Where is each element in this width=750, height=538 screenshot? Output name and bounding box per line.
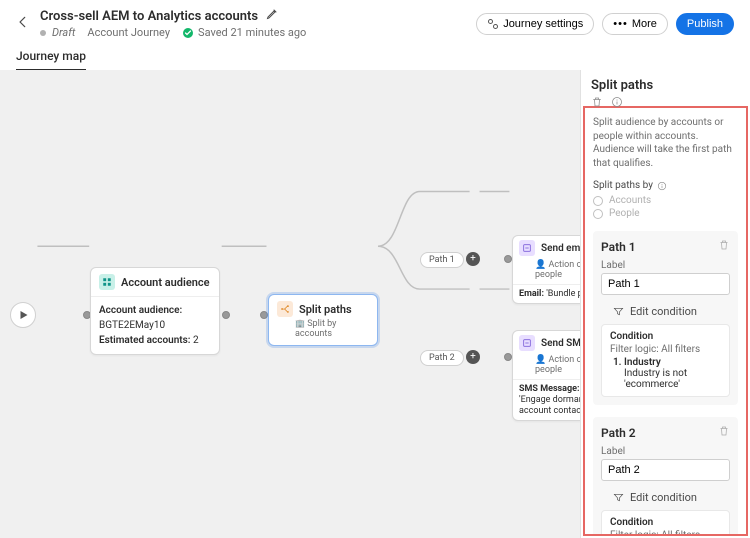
condition-box-2: Condition Filter logic: All filters Indu…: [601, 510, 730, 536]
label-label: Label: [601, 446, 730, 457]
edit-title-icon[interactable]: [266, 8, 278, 24]
path-pill-1[interactable]: Path 1: [420, 252, 464, 268]
publish-button[interactable]: Publish: [676, 13, 734, 35]
path-2-label-input[interactable]: [601, 459, 730, 481]
delete-path-2-icon[interactable]: [718, 425, 730, 440]
info-icon[interactable]: [657, 181, 667, 191]
node-body: Account audience: BGTE2EMay10 Estimated …: [91, 296, 219, 354]
back-arrow[interactable]: [16, 15, 30, 32]
path-block-1: Path 1 Label Edit condition Condition Fi…: [593, 231, 738, 405]
status-text: Draft: [52, 26, 75, 39]
journey-settings-button[interactable]: Journey settings: [476, 13, 594, 35]
action-icon: [519, 240, 535, 256]
add-on-path-2[interactable]: +: [466, 350, 480, 364]
status-dot: [40, 30, 46, 36]
filter-icon: [613, 492, 624, 503]
connector-dot[interactable]: [504, 255, 512, 263]
info-icon[interactable]: [611, 96, 623, 111]
saved-status: Saved 21 minutes ago: [182, 26, 306, 39]
split-icon: [277, 301, 293, 317]
filter-icon: [613, 306, 624, 317]
more-button[interactable]: ••• More: [602, 13, 668, 35]
condition-box-1: Condition Filter logic: All filters Indu…: [601, 324, 730, 397]
title-block: Cross-sell AEM to Analytics accounts Dra…: [40, 8, 466, 39]
connector-dot[interactable]: [504, 353, 512, 361]
add-on-path-1[interactable]: +: [466, 252, 480, 266]
radio-accounts: Accounts: [593, 195, 738, 206]
path-block-2: Path 2 Label Edit condition Condition Fi…: [593, 417, 738, 536]
path-1-title: Path 1: [601, 240, 636, 254]
radio-people: People: [593, 208, 738, 219]
path-2-title: Path 2: [601, 426, 636, 440]
node-split-paths[interactable]: Split paths 🏢 Split by accounts: [268, 294, 378, 346]
tab-journey-map[interactable]: Journey map: [16, 43, 86, 71]
category-text: Account Journey: [87, 26, 170, 39]
ellipsis-icon: •••: [613, 18, 628, 30]
edit-condition-2[interactable]: Edit condition: [601, 487, 730, 510]
journey-canvas[interactable]: Account audience Account audience: BGTE2…: [0, 70, 750, 538]
audience-icon: [99, 274, 115, 290]
connector-dot[interactable]: [222, 311, 230, 319]
path-1-label-input[interactable]: [601, 273, 730, 295]
panel-title: Split paths: [591, 78, 653, 93]
page-title: Cross-sell AEM to Analytics accounts: [40, 9, 258, 24]
delete-icon[interactable]: [591, 96, 603, 111]
journey-start-icon[interactable]: [10, 302, 36, 328]
edit-condition-1[interactable]: Edit condition: [601, 301, 730, 324]
split-by-label: Split paths by: [593, 180, 738, 191]
label-label: Label: [601, 260, 730, 271]
delete-path-1-icon[interactable]: [718, 239, 730, 254]
gear-icon: [487, 18, 499, 30]
side-panel: Split paths Split audience by accounts o…: [580, 70, 750, 538]
node-account-audience[interactable]: Account audience Account audience: BGTE2…: [90, 267, 220, 355]
action-icon: [519, 335, 535, 351]
panel-description: Split audience by accounts or people wit…: [593, 116, 738, 170]
connector-dot[interactable]: [260, 311, 268, 319]
path-pill-2[interactable]: Path 2: [420, 350, 464, 366]
